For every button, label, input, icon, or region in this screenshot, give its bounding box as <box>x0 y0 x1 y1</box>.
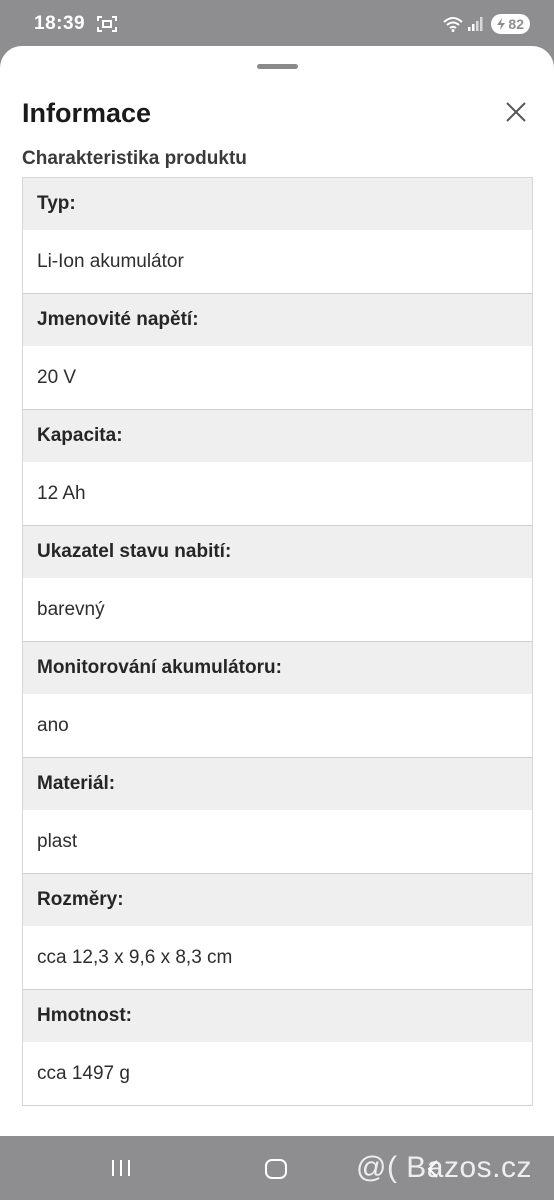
spec-label: Kapacita: <box>23 410 532 462</box>
spec-row: Jmenovité napětí: 20 V <box>23 294 532 410</box>
battery-indicator: 82 <box>491 14 530 34</box>
spec-label: Jmenovité napětí: <box>23 294 532 346</box>
battery-level: 82 <box>508 16 524 32</box>
spec-value: ano <box>23 694 532 757</box>
drag-handle[interactable] <box>257 64 298 69</box>
wifi-icon <box>443 16 464 32</box>
spec-label: Rozměry: <box>23 874 532 926</box>
spec-value: cca 1497 g <box>23 1042 532 1105</box>
spec-value: Li-Ion akumulátor <box>23 230 532 293</box>
spec-label: Ukazatel stavu nabití: <box>23 526 532 578</box>
signal-icon <box>467 16 485 32</box>
spec-row: Hmotnost: cca 1497 g <box>23 990 532 1106</box>
spec-value: 20 V <box>23 346 532 409</box>
spec-row: Materiál: plast <box>23 758 532 874</box>
status-bar: 18:39 82 <box>0 0 554 48</box>
spec-value: 12 Ah <box>23 462 532 525</box>
spec-label: Hmotnost: <box>23 990 532 1042</box>
spec-label: Typ: <box>23 178 532 230</box>
spec-table: Typ: Li-Ion akumulátor Jmenovité napětí:… <box>22 177 533 1106</box>
battery-charging-icon <box>497 18 506 30</box>
spec-label: Monitorování akumulátoru: <box>23 642 532 694</box>
spec-value: plast <box>23 810 532 873</box>
spec-row: Monitorování akumulátoru: ano <box>23 642 532 758</box>
spec-row: Rozměry: cca 12,3 x 9,6 x 8,3 cm <box>23 874 532 990</box>
section-title: Charakteristika produktu <box>22 148 247 169</box>
close-icon <box>506 102 526 122</box>
spec-row: Typ: Li-Ion akumulátor <box>23 178 532 294</box>
spec-row: Ukazatel stavu nabití: barevný <box>23 526 532 642</box>
spec-value: cca 12,3 x 9,6 x 8,3 cm <box>23 926 532 989</box>
info-bottom-sheet: Informace Charakteristika produktu Typ: … <box>0 46 554 1136</box>
close-button[interactable] <box>500 96 532 128</box>
watermark: @( Bazos.cz <box>356 1151 532 1184</box>
spec-label: Materiál: <box>23 758 532 810</box>
spec-row: Kapacita: 12 Ah <box>23 410 532 526</box>
sheet-title: Informace <box>22 98 152 128</box>
recents-button[interactable] <box>110 1158 132 1178</box>
screenshot-icon <box>97 15 118 33</box>
home-icon <box>265 1159 287 1179</box>
status-time: 18:39 <box>34 13 86 34</box>
recents-icon <box>112 1160 130 1176</box>
status-indicators: 82 <box>443 14 530 34</box>
spec-value: barevný <box>23 578 532 641</box>
home-button[interactable] <box>264 1158 288 1180</box>
